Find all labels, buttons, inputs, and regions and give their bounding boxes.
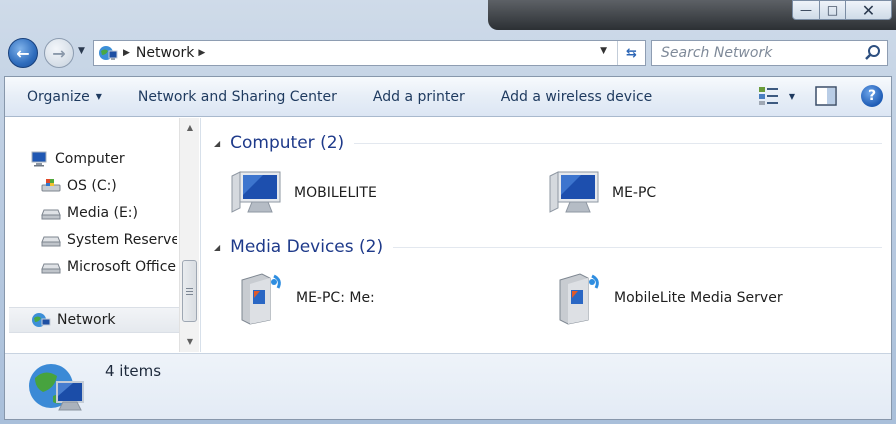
nav-item-label: Microsoft Office C <box>67 259 177 275</box>
scroll-thumb[interactable] <box>182 260 197 322</box>
chevron-down-icon: ▼ <box>95 92 102 101</box>
window-controls: — □ ✕ <box>792 0 892 20</box>
media-server-icon <box>241 273 281 325</box>
os-drive-icon <box>41 179 61 192</box>
network-item-label: MOBILELITE <box>294 185 377 201</box>
add-wireless-device-button[interactable]: Add a wireless device <box>483 89 671 105</box>
network-item-mobilelite[interactable]: MOBILELITE <box>228 168 377 218</box>
nav-item-label: System Reserved <box>67 232 177 248</box>
minimize-button[interactable]: — <box>792 0 820 20</box>
drive-icon <box>41 236 61 247</box>
network-sharing-center-button[interactable]: Network and Sharing Center <box>120 89 355 105</box>
scroll-down-button[interactable]: ▼ <box>180 332 200 350</box>
change-view-icon[interactable] <box>757 85 781 107</box>
nav-item-computer[interactable]: Computer <box>31 148 177 170</box>
address-row: ← → ▼ ▶ Network ▶ ▼ ⇆ Search Network <box>0 36 896 70</box>
network-item-me-pc[interactable]: ME-PC <box>546 168 656 218</box>
scroll-up-button[interactable]: ▲ <box>180 118 200 136</box>
refresh-icon: ⇆ <box>626 45 637 61</box>
organize-menu[interactable]: Organize ▼ <box>5 89 120 105</box>
command-bar: Organize ▼ Network and Sharing Center Ad… <box>5 77 891 117</box>
search-input[interactable]: Search Network <box>661 45 863 61</box>
recent-pages-dropdown[interactable]: ▼ <box>78 46 85 56</box>
nav-item-label: Network <box>57 312 116 328</box>
collapse-triangle-icon[interactable]: ◢ <box>214 243 220 252</box>
nav-item-network[interactable]: Network <box>9 307 179 333</box>
media-device-label: ME-PC: Me: <box>296 290 375 306</box>
nav-item-label: Media (E:) <box>67 205 138 221</box>
media-device-mobilelite-server[interactable]: MobileLite Media Server <box>554 270 783 326</box>
breadcrumb-separator[interactable]: ▶ <box>198 48 205 58</box>
address-history-dropdown[interactable]: ▼ <box>600 46 607 56</box>
title-bar: — □ ✕ <box>0 0 896 34</box>
network-icon <box>99 46 118 60</box>
media-server-icon <box>559 273 599 325</box>
arrow-right-icon: → <box>52 43 66 63</box>
computer-icon <box>31 151 47 167</box>
organize-label: Organize <box>27 88 90 105</box>
media-device-label: MobileLite Media Server <box>614 290 783 306</box>
network-icon <box>29 364 84 411</box>
nav-scrollbar[interactable]: ▲ ▼ <box>179 118 199 352</box>
group-title: Media Devices (2) <box>230 237 384 257</box>
computer-icon <box>231 171 281 213</box>
details-pane: 4 items <box>5 353 891 419</box>
network-icon <box>32 313 51 327</box>
help-icon[interactable]: ? <box>861 85 883 107</box>
group-header-media-devices[interactable]: ◢ Media Devices (2) <box>202 235 882 259</box>
drive-icon <box>41 263 61 274</box>
item-count: 4 items <box>105 362 162 380</box>
group-title: Computer (2) <box>230 133 345 153</box>
navigation-pane: Computer OS (C:) Media (E:) System Reser… <box>5 118 201 352</box>
back-button[interactable]: ← <box>8 38 38 68</box>
preview-pane-icon[interactable] <box>815 86 837 106</box>
add-printer-button[interactable]: Add a printer <box>355 89 483 105</box>
view-options-dropdown[interactable]: ▼ <box>789 92 795 101</box>
breadcrumb-separator[interactable]: ▶ <box>123 48 130 58</box>
close-button[interactable]: ✕ <box>846 0 892 20</box>
address-bar[interactable]: ▶ Network ▶ ▼ ⇆ <box>93 40 646 66</box>
drive-icon <box>41 209 61 220</box>
media-device-me-pc[interactable]: ME-PC: Me: <box>236 270 375 326</box>
command-bar-right: ▼ ? <box>757 85 883 107</box>
nav-item-system-reserved[interactable]: System Reserved <box>41 229 177 251</box>
content-area: ◢ Computer (2) MOBILELITE ME-PC ◢ Media … <box>202 118 891 352</box>
computer-icon <box>549 171 599 213</box>
nav-item-os-drive[interactable]: OS (C:) <box>41 175 177 197</box>
nav-item-label: Computer <box>55 151 125 167</box>
arrow-left-icon: ← <box>16 43 30 63</box>
forward-button[interactable]: → <box>44 38 74 68</box>
breadcrumb-network[interactable]: Network <box>136 45 194 61</box>
search-box[interactable]: Search Network <box>651 40 888 66</box>
refresh-button[interactable]: ⇆ <box>617 41 645 65</box>
nav-item-label: OS (C:) <box>67 178 117 194</box>
explorer-frame: Organize ▼ Network and Sharing Center Ad… <box>4 76 892 420</box>
nav-item-media-drive[interactable]: Media (E:) <box>41 202 177 224</box>
maximize-button[interactable]: □ <box>820 0 846 20</box>
search-icon[interactable] <box>863 43 883 63</box>
group-header-computer[interactable]: ◢ Computer (2) <box>202 131 882 155</box>
collapse-triangle-icon[interactable]: ◢ <box>214 139 220 148</box>
network-item-label: ME-PC <box>612 185 657 201</box>
nav-item-microsoft-office[interactable]: Microsoft Office C <box>41 256 177 278</box>
